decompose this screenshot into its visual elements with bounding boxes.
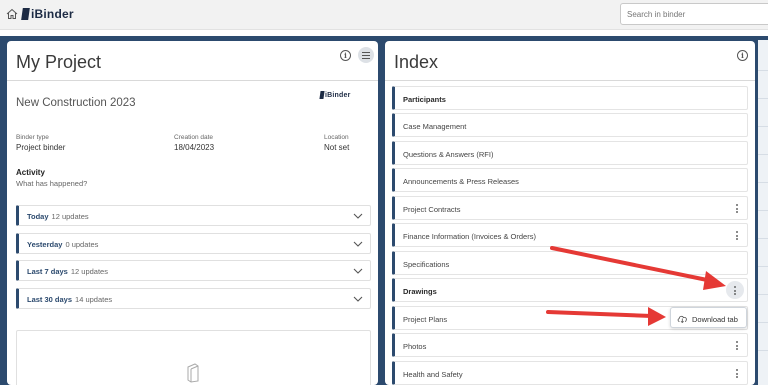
project-name: New Construction 2023 (16, 97, 136, 109)
more-options-icon[interactable] (736, 204, 738, 213)
panel-title: Index (394, 52, 439, 72)
activity-row-last-7-days[interactable]: Last 7 days 12 updates (16, 260, 371, 281)
empty-state-box (16, 330, 371, 385)
activity-row-count: 14 updates (75, 295, 113, 304)
index-item-label: Project Contracts (403, 205, 461, 214)
activity-title: Activity (16, 168, 45, 177)
location-label: Location (324, 134, 349, 141)
chevron-down-icon[interactable] (353, 266, 363, 276)
panel-divider (385, 80, 755, 81)
index-item-health-and-safety[interactable]: Health and Safety (392, 361, 748, 385)
panel-divider (7, 80, 378, 81)
more-options-icon[interactable] (736, 369, 738, 378)
activity-row-label: Today (27, 212, 49, 221)
index-item-photos[interactable]: Photos (392, 333, 748, 357)
project-logo: iBinder (319, 91, 351, 99)
index-item-label: Specifications (403, 260, 450, 269)
index-item-participants[interactable]: Participants (392, 86, 748, 110)
activity-row-today[interactable]: Today 12 updates (16, 205, 371, 226)
activity-row-last-30-days[interactable]: Last 30 days 14 updates (16, 288, 371, 309)
binder-type-label: Binder type (16, 134, 49, 141)
panel-title: My Project (16, 52, 102, 72)
ibinder-logo[interactable]: iBinder (21, 6, 74, 22)
activity-row-count: 0 updates (65, 240, 99, 249)
activity-row-label: Last 30 days (27, 295, 73, 304)
my-project-panel: My Project i New Construction 2023 iBind… (7, 41, 378, 385)
menu-icon[interactable] (358, 47, 374, 63)
project-logo-text: iBinder (325, 91, 351, 99)
more-options-icon[interactable] (736, 231, 738, 240)
activity-row-yesterday[interactable]: Yesterday 0 updates (16, 233, 371, 254)
index-item-project-contracts[interactable]: Project Contracts (392, 196, 748, 220)
activity-row-label: Last 7 days (27, 267, 68, 276)
index-item-label: Drawings (403, 287, 437, 296)
chevron-down-icon[interactable] (353, 211, 363, 221)
background-strip (758, 40, 768, 385)
chevron-down-icon[interactable] (353, 239, 363, 249)
activity-row-label: Yesterday (27, 240, 63, 249)
download-tab-menu-item[interactable]: Download tab (670, 307, 747, 328)
index-item-case-management[interactable]: Case Management (392, 113, 748, 137)
index-item-label: Photos (403, 342, 427, 351)
index-panel: Index i Participants Case Management Que… (385, 41, 755, 385)
creation-date-label: Creation date (174, 134, 214, 141)
index-item-label: Health and Safety (403, 370, 463, 379)
search-input[interactable] (620, 3, 768, 25)
binder-icon (187, 363, 199, 383)
index-item-announcements[interactable]: Announcements & Press Releases (392, 168, 748, 192)
index-item-label: Announcements & Press Releases (403, 177, 519, 186)
more-options-icon[interactable] (736, 341, 738, 350)
activity-row-count: 12 updates (51, 212, 89, 221)
index-item-label: Questions & Answers (RFI) (403, 150, 494, 159)
cloud-download-icon (677, 315, 687, 323)
activity-row-count: 12 updates (70, 267, 108, 276)
index-item-label: Finance Information (Invoices & Orders) (403, 232, 536, 241)
index-item-questions-answers[interactable]: Questions & Answers (RFI) (392, 141, 748, 165)
location-value: Not set (324, 143, 350, 152)
brand-name: iBinder (31, 7, 74, 21)
chevron-down-icon[interactable] (353, 294, 363, 304)
index-item-specifications[interactable]: Specifications (392, 251, 748, 275)
index-item-finance-information[interactable]: Finance Information (Invoices & Orders) (392, 223, 748, 247)
index-item-drawings[interactable]: Drawings (392, 278, 748, 302)
more-options-button-active[interactable] (726, 281, 744, 299)
activity-subtitle: What has happened? (16, 179, 88, 188)
more-options-icon (734, 286, 736, 295)
top-bar: iBinder (0, 0, 768, 30)
creation-date-value: 18/04/2023 (174, 143, 215, 152)
download-tab-label: Download tab (692, 315, 738, 324)
index-item-label: Project Plans (403, 315, 448, 324)
index-item-label: Participants (403, 95, 446, 104)
info-icon[interactable]: i (340, 50, 351, 61)
home-icon[interactable] (6, 8, 18, 20)
info-icon[interactable]: i (737, 50, 748, 61)
binder-type-value: Project binder (16, 143, 66, 152)
index-item-label: Case Management (403, 122, 467, 131)
